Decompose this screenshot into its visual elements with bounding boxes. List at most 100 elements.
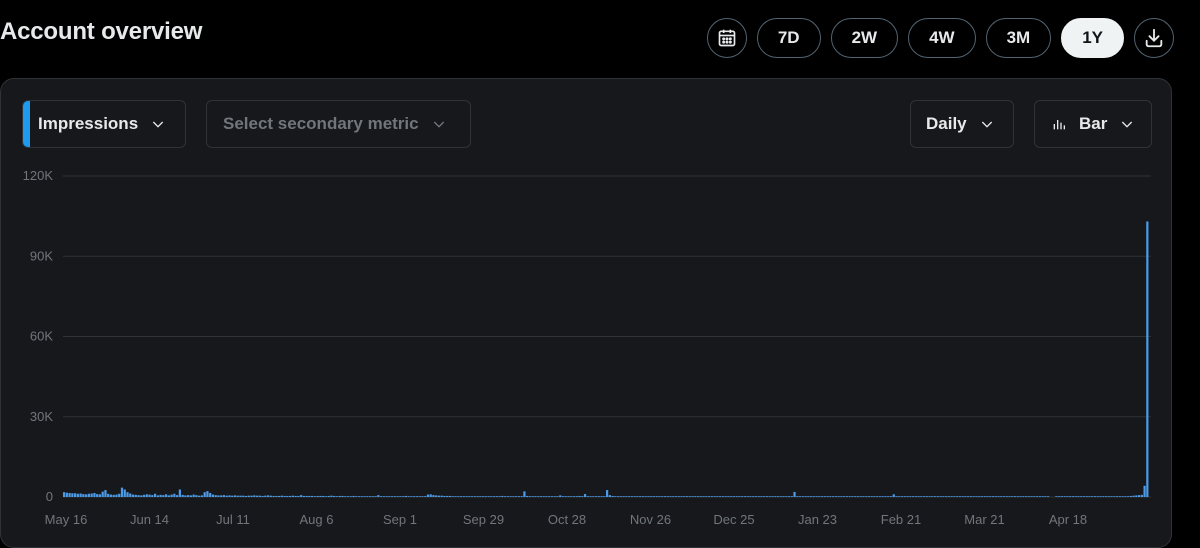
bar[interactable] [313, 496, 317, 497]
bar[interactable] [688, 496, 691, 497]
bar[interactable] [1035, 496, 1039, 497]
bar[interactable] [407, 496, 410, 497]
bar[interactable] [233, 495, 237, 497]
bar[interactable] [385, 496, 388, 497]
bar[interactable] [798, 496, 802, 497]
bar[interactable] [906, 496, 909, 497]
bar[interactable] [1140, 494, 1143, 497]
bar[interactable] [426, 494, 430, 497]
bar[interactable] [164, 494, 168, 497]
bar[interactable] [448, 495, 452, 497]
bar[interactable] [214, 495, 217, 497]
bar[interactable] [702, 496, 705, 497]
bar[interactable] [889, 496, 893, 497]
bar[interactable] [683, 496, 686, 497]
bar[interactable] [619, 496, 622, 497]
bar[interactable] [1082, 496, 1086, 497]
bar[interactable] [363, 496, 366, 497]
bar[interactable] [459, 496, 463, 497]
bar[interactable] [1063, 496, 1066, 497]
bar[interactable] [559, 495, 562, 497]
range-1y-button[interactable]: 1Y [1061, 18, 1124, 58]
bar[interactable] [528, 496, 532, 497]
bar[interactable] [200, 495, 204, 497]
bar[interactable] [732, 496, 735, 497]
bar[interactable] [793, 491, 796, 497]
bar[interactable] [785, 496, 788, 497]
bar[interactable] [324, 496, 328, 497]
bar[interactable] [617, 496, 620, 497]
bar[interactable] [382, 496, 385, 497]
bar[interactable] [696, 496, 700, 497]
bar[interactable] [757, 496, 760, 497]
bar[interactable] [782, 496, 785, 497]
bar[interactable] [603, 496, 606, 497]
bar[interactable] [432, 495, 435, 497]
bar[interactable] [173, 493, 176, 497]
bar[interactable] [366, 496, 369, 497]
bar[interactable] [611, 495, 614, 497]
bar[interactable] [939, 496, 942, 497]
bar[interactable] [1005, 496, 1008, 497]
bar[interactable] [1074, 496, 1077, 497]
bar[interactable] [396, 496, 399, 497]
bar[interactable] [881, 496, 884, 497]
bar[interactable] [402, 496, 405, 497]
bar[interactable] [1099, 496, 1102, 497]
bar[interactable] [980, 496, 984, 497]
bar[interactable] [247, 495, 250, 497]
bar[interactable] [931, 496, 934, 497]
bar[interactable] [63, 492, 66, 497]
bar[interactable] [504, 496, 507, 497]
bar[interactable] [151, 495, 154, 497]
bar[interactable] [162, 495, 165, 497]
bar[interactable] [96, 494, 99, 497]
bar[interactable] [746, 496, 749, 497]
calendar-button[interactable] [706, 18, 747, 58]
bar[interactable] [950, 496, 953, 497]
bar[interactable] [192, 494, 195, 497]
bar[interactable] [900, 496, 904, 497]
bar[interactable] [592, 496, 595, 497]
bar[interactable] [840, 496, 843, 497]
bar[interactable] [636, 496, 639, 497]
bar[interactable] [564, 496, 567, 497]
bar[interactable] [98, 494, 102, 497]
bar[interactable] [1041, 496, 1044, 497]
bar[interactable] [1088, 496, 1091, 497]
bar[interactable] [123, 489, 126, 497]
bar[interactable] [721, 496, 724, 497]
bar[interactable] [694, 496, 697, 497]
bar[interactable] [570, 496, 573, 497]
bar[interactable] [661, 496, 664, 497]
bar[interactable] [537, 496, 540, 497]
bar[interactable] [437, 495, 441, 497]
bar[interactable] [606, 490, 609, 497]
bar[interactable] [947, 496, 950, 497]
bar[interactable] [87, 493, 91, 497]
bar[interactable] [641, 496, 645, 497]
bar[interactable] [1129, 495, 1132, 497]
bar[interactable] [614, 496, 617, 497]
bar[interactable] [269, 495, 272, 497]
bar[interactable] [429, 494, 432, 497]
bar[interactable] [862, 496, 865, 497]
bar[interactable] [181, 494, 184, 497]
bar[interactable] [710, 496, 713, 497]
bar[interactable] [765, 496, 769, 497]
bar[interactable] [222, 495, 226, 497]
bar[interactable] [644, 496, 647, 497]
bar[interactable] [735, 496, 738, 497]
bar[interactable] [220, 495, 223, 497]
bar[interactable] [796, 496, 799, 497]
bar[interactable] [311, 495, 314, 497]
bar[interactable] [509, 496, 512, 497]
bar[interactable] [969, 496, 973, 497]
bar[interactable] [575, 496, 578, 497]
bar[interactable] [355, 496, 358, 497]
bar[interactable] [1143, 485, 1146, 497]
bar[interactable] [225, 495, 228, 497]
bar[interactable] [424, 496, 427, 497]
bar[interactable] [749, 496, 752, 497]
bar[interactable] [462, 496, 465, 497]
